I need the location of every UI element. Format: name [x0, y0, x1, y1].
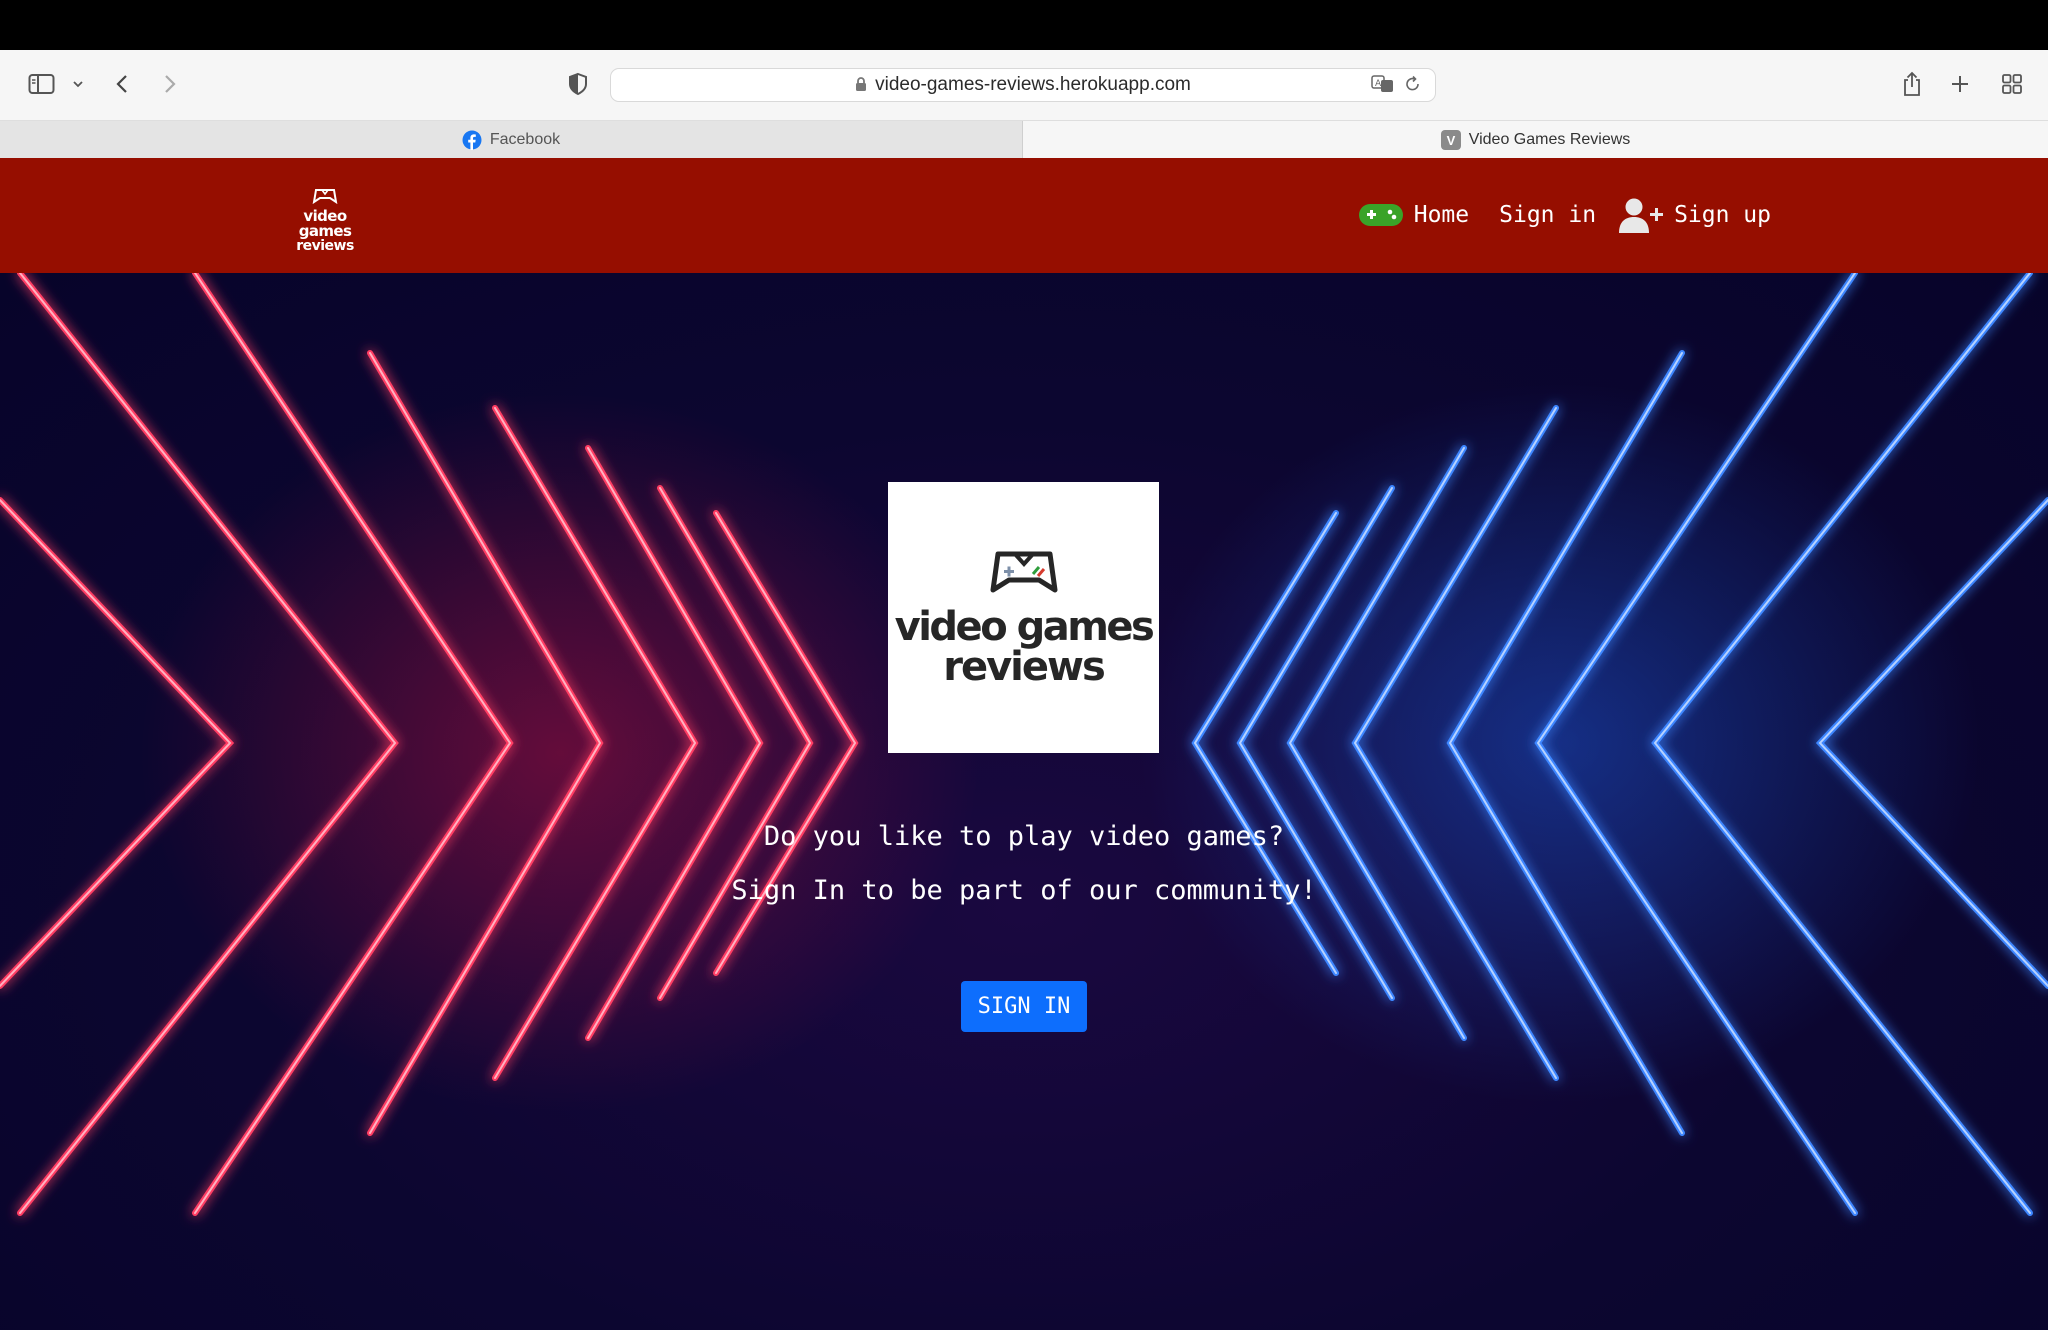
svg-text:V: V [1446, 133, 1455, 148]
back-button[interactable] [100, 64, 144, 104]
address-bar-actions: A [1371, 75, 1421, 98]
site-favicon-icon: V [1440, 129, 1461, 150]
share-icon [1904, 71, 1920, 96]
nav-signin-link[interactable]: Sign in [1499, 202, 1596, 228]
hero-section: video games reviews Do you like to play … [0, 273, 2048, 1330]
site-logo-line1: video games [298, 207, 352, 240]
new-tab-button[interactable] [1938, 64, 1982, 104]
tab-bar: Facebook V Video Games Reviews [0, 121, 2048, 159]
plus-icon [1952, 76, 1968, 92]
reload-icon[interactable] [1405, 75, 1421, 98]
hero-logo-line1: video games [894, 604, 1155, 650]
grid-icon [2002, 74, 2022, 94]
chevron-left-icon [116, 75, 127, 93]
nav-signup-link[interactable]: Sign up [1618, 196, 1771, 234]
gamepad-logo-icon [990, 551, 1057, 593]
tab-label: Facebook [489, 130, 561, 148]
hero-logo: video games reviews [888, 482, 1159, 753]
translate-icon[interactable]: A [1371, 75, 1395, 98]
share-button[interactable] [1890, 64, 1934, 104]
lock-icon [855, 71, 867, 103]
browser-toolbar: video-games-reviews.herokuapp.com A [0, 50, 2048, 121]
address-bar-url-wrap: video-games-reviews.herokuapp.com [611, 69, 1435, 101]
nav-signup-label: Sign up [1674, 202, 1771, 228]
hero-logo-line2: reviews [943, 644, 1106, 690]
nav-home-link[interactable]: Home [1358, 201, 1469, 229]
site-logo[interactable]: video games reviews [280, 188, 370, 253]
facebook-icon [462, 130, 482, 150]
address-bar-url: video-games-reviews.herokuapp.com [875, 74, 1191, 95]
tab-facebook[interactable]: Facebook [0, 121, 1023, 158]
tab-overview-menu-button[interactable] [56, 64, 100, 104]
tab-overview-button[interactable] [1990, 64, 2034, 104]
nav-links: Home Sign in Sign up [1328, 196, 1771, 234]
forward-button[interactable] [148, 64, 192, 104]
tab-video-games-reviews[interactable]: V Video Games Reviews [1023, 121, 2048, 158]
privacy-report-button[interactable] [556, 64, 600, 104]
gamepad-logo-icon [312, 189, 338, 205]
hero-invite: Sign In to be part of our community! [731, 875, 1317, 906]
sidebar-icon [28, 74, 55, 94]
screen-top-bar [0, 0, 2048, 50]
shield-icon [569, 72, 587, 96]
nav-home-label: Home [1413, 202, 1470, 228]
gamepad-icon [1358, 204, 1403, 226]
tab-label: Video Games Reviews [1468, 130, 1631, 148]
address-bar[interactable]: video-games-reviews.herokuapp.com A [610, 68, 1436, 102]
hero-question: Do you like to play video games? [763, 821, 1285, 852]
svg-text:A: A [1375, 79, 1382, 89]
chevron-down-icon [73, 81, 83, 88]
nav-signin-label: Sign in [1499, 202, 1597, 228]
user-plus-icon [1619, 198, 1664, 233]
site-logo-line2: reviews [296, 238, 354, 254]
site-navbar: video games reviews Home Sign in Sign up [0, 158, 2048, 273]
neon-chevrons-background [0, 273, 2048, 1216]
sign-in-button[interactable]: SIGN IN [961, 981, 1087, 1032]
chevron-right-icon [165, 75, 176, 93]
